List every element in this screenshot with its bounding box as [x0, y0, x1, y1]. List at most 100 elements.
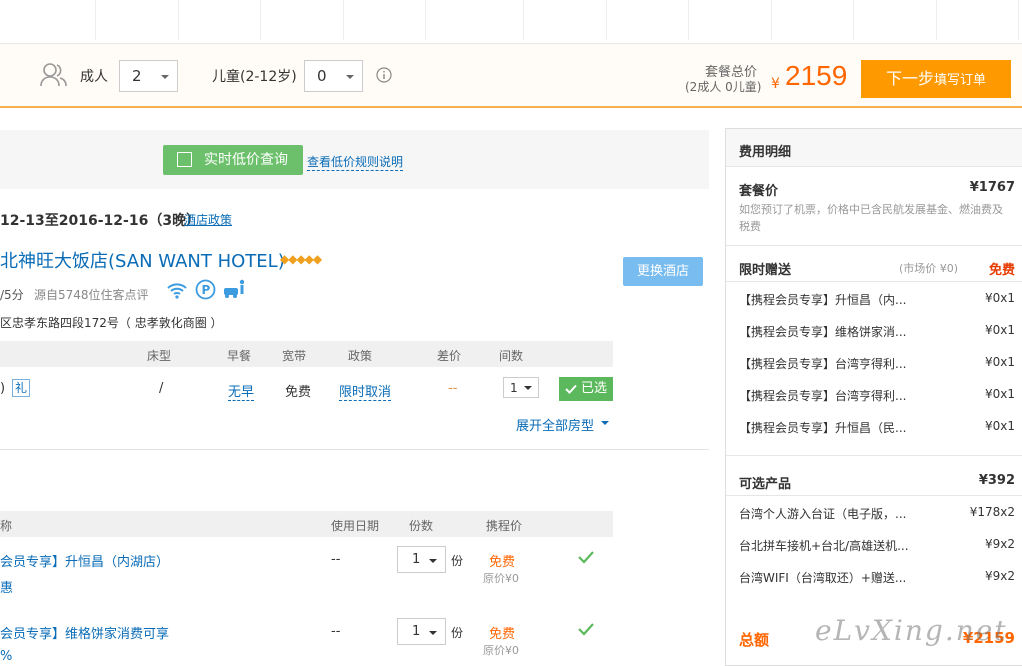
product-price: 免费	[489, 555, 516, 570]
room-name-tail: )	[0, 381, 6, 396]
calendar-strip	[0, 0, 1022, 44]
optional-item-qty: ¥178x2	[969, 505, 1015, 519]
divider	[726, 455, 1022, 456]
optional-label: 可选产品	[739, 477, 792, 492]
gift-item: 【携程会员专享】升恒昌（内... ¥0x1	[739, 291, 1015, 308]
check-icon[interactable]	[578, 622, 594, 636]
info-icon[interactable]	[376, 67, 392, 83]
diamond-rating-icon: ◆◆◆◆◆	[280, 252, 322, 266]
gift-item-qty: ¥0x1	[984, 355, 1015, 369]
gift-item: 【携程会员专享】台湾亨得利... ¥0x1	[739, 387, 1015, 404]
gift-item-name: 【携程会员专享】升恒昌（内...	[739, 293, 907, 307]
room-policy[interactable]: 限时取消	[339, 381, 392, 401]
hotel-name[interactable]: 北神旺大饭店(SAN WANT HOTEL)	[0, 247, 285, 273]
optional-item: 台湾WIFI（台湾取还）+赠送... ¥9x2	[739, 569, 1015, 586]
room-bed: /	[159, 381, 164, 396]
optional-header-row: 可选产品 ¥392	[739, 473, 1015, 492]
total-sub: (2成人 0儿童)	[685, 80, 762, 94]
header-bed: 床型	[147, 349, 172, 363]
gift-label: 限时赠送	[739, 263, 792, 278]
hotel-address: 区忠孝东路四段172号（ 忠孝敦化商圈 ）	[0, 316, 223, 330]
divider	[726, 245, 1022, 246]
adult-select[interactable]: 2	[119, 60, 178, 92]
gift-badge[interactable]: 礼	[12, 379, 31, 397]
wifi-icon	[167, 283, 187, 299]
currency-symbol: ¥	[771, 76, 780, 92]
gift-item-name: 【携程会员专享】台湾亨得利...	[739, 357, 907, 371]
gift-item-qty: ¥0x1	[984, 291, 1015, 305]
total-label-fee: 总额	[739, 631, 770, 649]
optional-item: 台北拼车接机+台北/高雄送机... ¥9x2	[739, 537, 1015, 554]
fee-title-bar: 费用明细	[726, 129, 1022, 167]
package-label: 套餐价	[739, 184, 779, 199]
lowprice-rule-link[interactable]: 查看低价规则说明	[307, 153, 404, 171]
transfer-icon	[224, 279, 245, 298]
chevron-down-icon	[429, 631, 437, 635]
svg-text:P: P	[202, 283, 211, 297]
header-diff: 差价	[437, 349, 462, 363]
checkbox-icon	[177, 152, 192, 167]
header-breakfast: 早餐	[227, 349, 252, 363]
lowprice-label: 实时低价查询	[204, 152, 288, 168]
next-step-label: 下一步	[885, 69, 934, 88]
product-qty-select[interactable]: 1	[397, 546, 446, 573]
optional-item-name: 台北拼车接机+台北/高雄送机...	[739, 539, 909, 553]
optional-item-qty: ¥9x2	[984, 537, 1015, 551]
product-name[interactable]: 会员专享】维格饼家消费可享	[0, 623, 169, 642]
optional-item-name: 台湾个人游入台证（电子版，...	[739, 507, 907, 521]
header-price: 携程价	[486, 519, 523, 533]
hotel-policy-link[interactable]: 酒店政策	[184, 211, 232, 228]
package-value: ¥1767	[969, 180, 1015, 195]
header-policy: 政策	[348, 349, 373, 363]
gift-item-name: 【携程会员专享】升恒昌（民...	[739, 421, 907, 435]
optional-item-name: 台湾WIFI（台湾取还）+赠送...	[739, 571, 907, 585]
fee-detail-panel: 费用明细 套餐价 ¥1767 如您预订了机票，价格中已含民航发展基金、燃油费及税费…	[725, 128, 1022, 666]
product-date: --	[331, 624, 341, 639]
room-count-select[interactable]: 1	[503, 377, 539, 398]
chevron-down-icon	[346, 75, 354, 79]
chevron-down-icon	[161, 75, 169, 79]
room-broadband: 免费	[285, 385, 312, 400]
gift-item-name: 【携程会员专享】台湾亨得利...	[739, 389, 907, 403]
watermark-logo: eLvXing.net	[815, 614, 1008, 647]
check-icon[interactable]	[578, 550, 594, 564]
stay-dates: 12-13至2016-12-16（3晚）	[0, 213, 201, 229]
package-price-row: 套餐价 ¥1767	[739, 180, 1015, 199]
check-icon	[565, 384, 577, 394]
expand-rooms-link[interactable]: 展开全部房型	[516, 415, 594, 434]
product-sub: 惠	[0, 581, 14, 596]
optional-value: ¥392	[978, 473, 1015, 488]
product-name[interactable]: 会员专享】升恒昌（内湖店）	[0, 551, 169, 570]
header-qty: 份数	[409, 519, 434, 533]
header-name: 称	[0, 519, 13, 533]
gift-item-qty: ¥0x1	[984, 419, 1015, 433]
gift-free: 免费	[988, 263, 1015, 278]
parking-icon: P	[195, 279, 216, 300]
selected-button[interactable]: 已选	[559, 377, 613, 401]
gift-item-qty: ¥0x1	[984, 323, 1015, 337]
package-note: 如您预订了机票，价格中已含民航发展基金、燃油费及税费	[739, 203, 1003, 233]
gift-item: 【携程会员专享】升恒昌（民... ¥0x1	[739, 419, 1015, 436]
change-hotel-button[interactable]: 更换酒店	[623, 257, 703, 286]
room-breakfast[interactable]: 无早	[228, 381, 255, 401]
optional-item-qty: ¥9x2	[984, 569, 1015, 583]
review-count[interactable]: 源自5748位住客点评	[34, 286, 149, 303]
optional-item: 台湾个人游入台证（电子版，... ¥178x2	[739, 505, 1015, 522]
selected-label: 已选	[581, 381, 608, 396]
product-qty-value: 1	[412, 552, 421, 567]
total-price: 2159	[785, 60, 848, 91]
product-date: --	[331, 552, 341, 567]
child-select[interactable]: 0	[304, 60, 363, 92]
header-rooms: 间数	[499, 349, 524, 363]
next-step-button[interactable]: 下一步填写订单	[861, 60, 1011, 98]
product-qty-select[interactable]: 1	[397, 618, 446, 645]
child-value: 0	[317, 67, 327, 85]
room-diff: --	[448, 381, 458, 396]
product-orig-price: 原价¥0	[483, 644, 519, 657]
lowprice-checkbox[interactable]: 实时低价查询	[163, 145, 303, 175]
hotel-rating: /5分	[0, 288, 24, 302]
product-unit: 份	[451, 554, 464, 568]
product-sub: %	[0, 649, 13, 664]
product-table-header: 称 使用日期 份数 携程价	[0, 511, 613, 537]
chevron-down-icon	[429, 559, 437, 563]
